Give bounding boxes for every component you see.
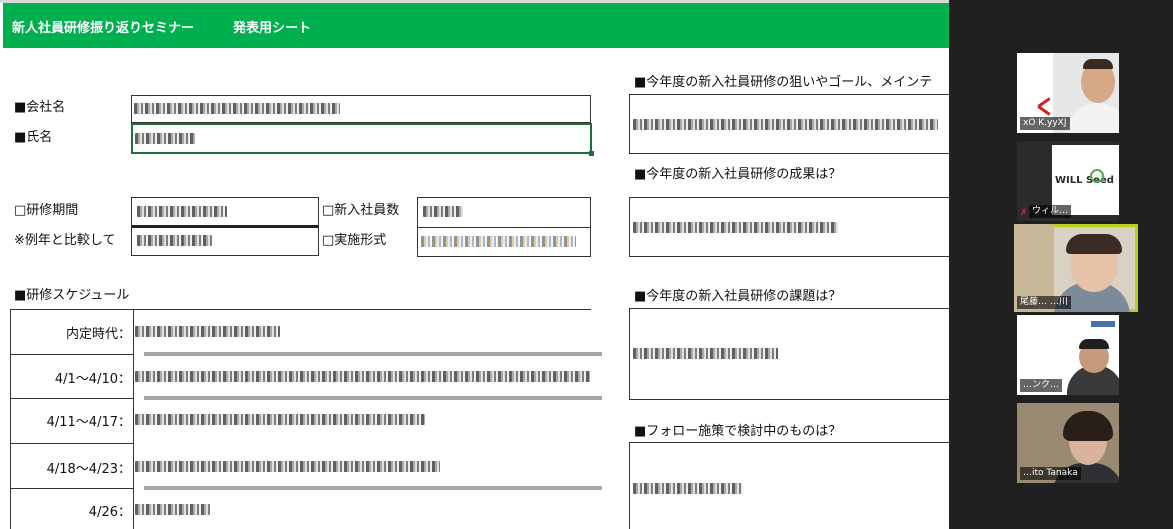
period-value-redacted [137, 206, 227, 217]
name-field-selected[interactable] [131, 123, 592, 154]
compare-label: ※例年と比較して [14, 233, 116, 248]
question-results: ■今年度の新入社員研修の成果は？ [634, 167, 842, 182]
name-value-redacted [135, 133, 195, 144]
screen-logo [1091, 321, 1115, 327]
row-divider [144, 486, 602, 490]
company-logo-text: WILL Seed [1055, 175, 1114, 186]
participant-tile[interactable]: …ito Tanaka [1017, 403, 1119, 483]
participant-name: …ito Tanaka [1020, 467, 1081, 480]
answer-results-redacted [633, 222, 838, 233]
banner-subtitle: 発表用シート [233, 21, 312, 36]
schedule-value-redacted [135, 326, 280, 337]
mic-muted-icon: ✗ [1020, 208, 1028, 218]
question-follow-up: ■フォロー施策で検討中のものは？ [634, 424, 842, 439]
compare-value-redacted [137, 235, 212, 246]
hair [1079, 339, 1109, 349]
name-label: ■氏名 [14, 130, 53, 145]
format-value-redacted [421, 236, 576, 247]
new-employees-label: □新入社員数 [322, 203, 400, 218]
participant-tile[interactable]: …ンク… [1017, 315, 1119, 395]
answer-issues-box[interactable] [629, 308, 949, 400]
participant-name: …ンク… [1020, 379, 1063, 392]
participant-tile-active-speaker[interactable]: 尾藤… …川 [1014, 224, 1138, 312]
period-field[interactable] [131, 197, 319, 228]
answer-goal-box[interactable] [629, 94, 949, 154]
schedule-date: 4/11～4/17： [46, 415, 131, 430]
schedule-value-redacted [135, 461, 440, 472]
person-body [1065, 103, 1119, 133]
question-goal: ■今年度の新入社員研修の狙いやゴール、メインテ [634, 75, 933, 90]
company-value-redacted [134, 103, 340, 114]
schedule-date: 内定時代： [65, 327, 131, 342]
question-issues: ■今年度の新入社員研修の課題は？ [634, 289, 842, 304]
format-field[interactable] [417, 228, 591, 257]
new-employees-field[interactable] [417, 197, 591, 228]
answer-issues-redacted [633, 348, 778, 359]
cell-fill-handle[interactable] [589, 151, 594, 156]
new-employees-value-redacted [423, 206, 463, 217]
row-divider [11, 354, 133, 355]
schedule-value-redacted [135, 414, 425, 425]
schedule-label: ■研修スケジュール [14, 288, 130, 303]
schedule-date: 4/18～4/23： [46, 462, 131, 477]
row-divider [11, 398, 133, 399]
period-label: □研修期間 [14, 203, 79, 218]
schedule-value-redacted [135, 371, 590, 382]
hair [1066, 234, 1122, 254]
participant-tile[interactable]: xO K.yyXJ [1017, 53, 1119, 133]
answer-follow-up-redacted [633, 483, 743, 494]
participant-tile[interactable]: WILL Seed ✗ ウィル… [1017, 141, 1119, 221]
format-label: □実施形式 [322, 233, 387, 248]
hair [1083, 59, 1113, 69]
company-field[interactable] [131, 95, 591, 123]
company-label: ■会社名 [14, 100, 66, 115]
title-banner: 新人社員研修振り返りセミナー 発表用シート [3, 3, 949, 48]
schedule-table: 内定時代： 4/1～4/10： 4/11～4/17： 4/18～4/23： 4/… [10, 309, 602, 529]
participant-name: 尾藤… …川 [1017, 296, 1071, 309]
schedule-column-divider [133, 310, 134, 529]
row-divider [144, 352, 602, 356]
answer-goal-redacted [633, 119, 938, 130]
hair [1063, 411, 1113, 441]
participant-name: ウィル… [1029, 205, 1072, 218]
row-divider [11, 443, 133, 444]
row-divider [11, 488, 133, 489]
schedule-value-redacted [135, 504, 210, 515]
compare-field[interactable] [131, 228, 319, 256]
schedule-date: 4/1～4/10： [54, 372, 131, 387]
logo-leaf-icon [1090, 169, 1104, 183]
spreadsheet-view: 新人社員研修振り返りセミナー 発表用シート ■会社名 ■氏名 □研修期間 ※例年… [0, 0, 949, 529]
answer-follow-up-box[interactable] [629, 442, 949, 529]
schedule-date: 4/26： [88, 505, 131, 520]
participant-name: xO K.yyXJ [1020, 117, 1070, 130]
answer-results-box[interactable] [629, 197, 949, 257]
banner-title: 新人社員研修振り返りセミナー [12, 21, 195, 36]
row-divider [144, 396, 602, 400]
